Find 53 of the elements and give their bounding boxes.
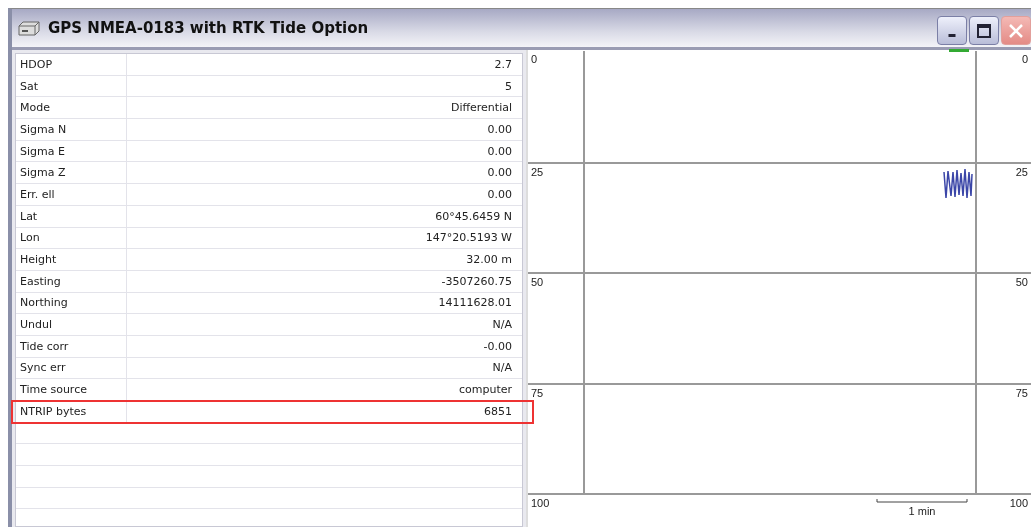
field-value: 0.00 bbox=[486, 144, 513, 158]
field-label: Time source bbox=[16, 379, 127, 400]
field-value: 6851 bbox=[483, 404, 513, 418]
field-label: Tide corr bbox=[16, 335, 127, 357]
field-value: 0.00 bbox=[486, 122, 513, 136]
axis-label: 75 bbox=[530, 385, 545, 401]
field-value: 60°45.6459 N bbox=[434, 209, 513, 223]
minimize-icon bbox=[948, 33, 956, 37]
close-icon bbox=[1007, 21, 1025, 40]
window-title: GPS NMEA-0183 with RTK Tide Option bbox=[48, 19, 370, 37]
axis-label: 0 bbox=[1020, 52, 1029, 67]
field-value: -0.00 bbox=[482, 339, 513, 353]
field-label: Sigma N bbox=[16, 119, 127, 140]
field-label: Lon bbox=[16, 227, 127, 249]
field-value: 147°20.5193 W bbox=[424, 231, 513, 245]
maximize-button[interactable] bbox=[969, 16, 999, 45]
trace-marker bbox=[949, 49, 969, 52]
axis-label: 0 bbox=[530, 52, 539, 67]
field-label: Northing bbox=[16, 292, 127, 314]
field-label: HDOP bbox=[16, 54, 127, 75]
field-value: 5 bbox=[504, 79, 513, 93]
field-label: NTRIP bytes bbox=[16, 401, 127, 422]
field-label: Sat bbox=[16, 75, 127, 97]
minimize-button[interactable] bbox=[937, 16, 967, 45]
maximize-icon bbox=[975, 21, 993, 40]
field-value: N/A bbox=[491, 361, 513, 375]
axis-label: 75 bbox=[1014, 385, 1029, 401]
field-label: Lat bbox=[16, 205, 127, 227]
device-icon bbox=[18, 20, 40, 36]
field-label: Sigma Z bbox=[16, 162, 127, 184]
field-value: 0.00 bbox=[486, 187, 513, 201]
field-label: Height bbox=[16, 249, 127, 270]
time-scale-label: 1 min bbox=[908, 505, 936, 517]
axis-label: 100 bbox=[530, 496, 551, 511]
field-label: Easting bbox=[16, 270, 127, 292]
field-value: 0.00 bbox=[486, 166, 513, 180]
axis-label: 25 bbox=[530, 164, 545, 180]
field-label: Err. ell bbox=[16, 184, 127, 205]
axis-label: 25 bbox=[1014, 164, 1029, 180]
field-value: 32.00 m bbox=[465, 253, 513, 267]
field-label: Undul bbox=[16, 314, 127, 335]
field-label: Mode bbox=[16, 97, 127, 119]
field-value: 2.7 bbox=[493, 57, 513, 71]
axis-label: 100 bbox=[1008, 496, 1029, 511]
axis-label: 50 bbox=[1014, 275, 1029, 290]
axis-label: 50 bbox=[530, 275, 545, 290]
field-value: computer bbox=[457, 383, 513, 397]
field-value: N/A bbox=[491, 318, 513, 332]
field-value: -3507260.75 bbox=[440, 274, 513, 288]
field-label: Sync err bbox=[16, 357, 127, 379]
field-label: Sigma E bbox=[16, 140, 127, 162]
field-value: Differential bbox=[449, 101, 513, 115]
field-value: 14111628.01 bbox=[437, 296, 513, 310]
